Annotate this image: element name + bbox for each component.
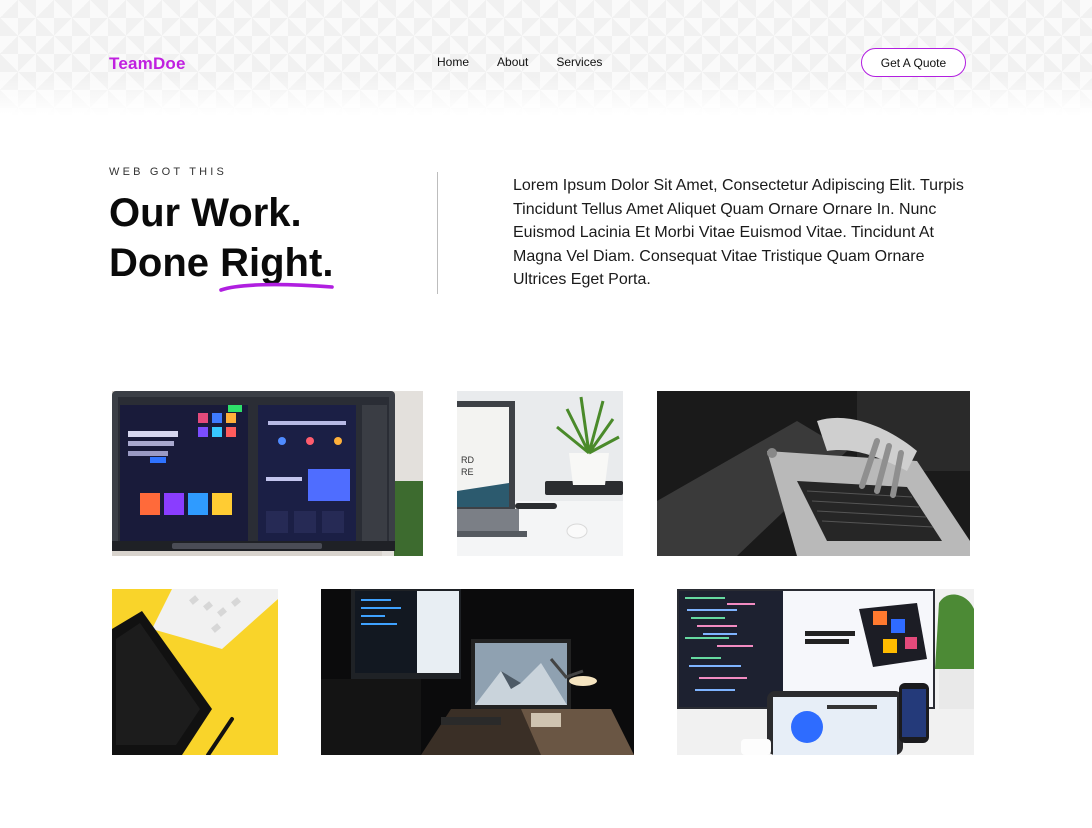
hero-title-line-2: Done Right.	[109, 238, 334, 292]
hero-title-prefix: Done	[109, 241, 221, 285]
underline-squiggle-icon	[219, 282, 334, 292]
hero-title-highlight: Right	[219, 238, 334, 292]
hero-title-highlight-text: Right	[220, 241, 323, 285]
main-nav: Home About Services	[437, 55, 630, 69]
vertical-divider	[437, 172, 438, 294]
photo-typing-laptop-image	[657, 391, 970, 556]
gallery-photo-typing-laptop[interactable]	[657, 391, 970, 556]
hero-eyebrow: WEB GOT THIS	[109, 166, 228, 178]
hero-title-suffix: .	[322, 241, 334, 285]
hero-description: Lorem Ipsum Dolor Sit Amet, Consectetur …	[513, 177, 964, 288]
brand-logo[interactable]: TeamDoe	[109, 54, 186, 74]
gallery-photo-laptop-plant[interactable]: RD RE	[457, 391, 623, 556]
photo-laptop-plant-image: RD RE	[457, 391, 623, 556]
hero-title: Our Work. Done Right.	[109, 188, 334, 292]
site-header: TeamDoe Home About Services Get A Quote	[0, 0, 1092, 116]
photo-design-monitor-image	[112, 391, 423, 556]
nav-link-home[interactable]: Home	[437, 55, 469, 69]
gallery-photo-tablet-keyboard[interactable]	[112, 589, 278, 755]
gallery-photo-code-devices[interactable]	[677, 589, 974, 755]
photo-dark-desk-image	[321, 589, 634, 755]
gallery-photo-design-monitor[interactable]	[112, 391, 423, 556]
nav-link-about[interactable]: About	[497, 55, 528, 69]
hero-title-line-1: Our Work.	[109, 191, 302, 235]
header-fade	[0, 76, 1092, 116]
nav-link-services[interactable]: Services	[556, 55, 602, 69]
svg-text:RD: RD	[461, 455, 474, 465]
photo-tablet-keyboard-image	[112, 589, 278, 755]
photo-code-devices-image	[677, 589, 974, 755]
get-a-quote-button[interactable]: Get A Quote	[861, 48, 966, 77]
svg-text:RE: RE	[461, 467, 474, 477]
gallery-photo-dark-desk[interactable]	[321, 589, 634, 755]
